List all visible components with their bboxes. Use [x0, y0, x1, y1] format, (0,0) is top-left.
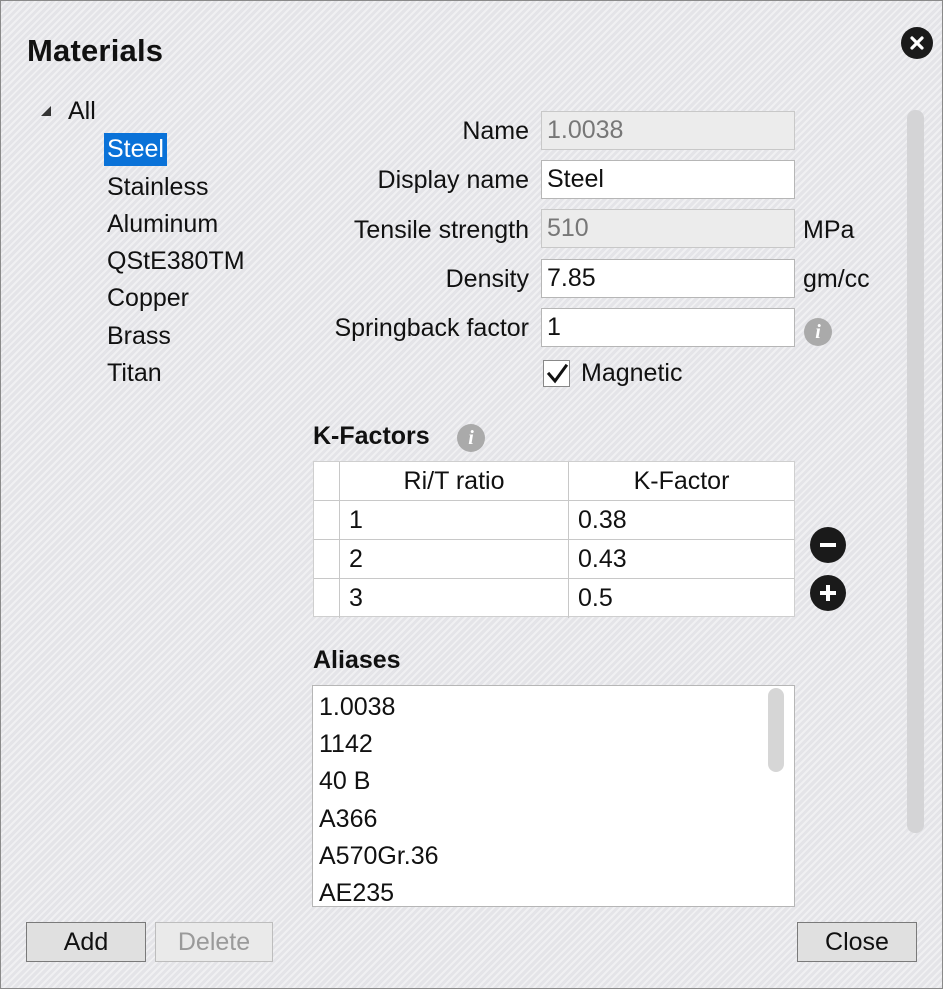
density-unit: gm/cc	[803, 265, 870, 293]
remove-row-minus-icon[interactable]	[810, 527, 846, 563]
main-scrollbar[interactable]	[907, 110, 924, 833]
checkmark-icon	[546, 363, 569, 384]
row-header-cell[interactable]	[314, 501, 340, 540]
row-header-cell[interactable]	[314, 540, 340, 579]
tree-item-copper[interactable]: Copper	[104, 282, 192, 315]
magnetic-label: Magnetic	[581, 359, 683, 387]
list-item[interactable]: 1142	[319, 730, 373, 759]
springback-factor-label: Springback factor	[334, 314, 529, 342]
tree-item-brass[interactable]: Brass	[104, 320, 174, 353]
tensile-strength-field[interactable]	[541, 209, 795, 248]
kfactor-cell[interactable]: 0.43	[569, 540, 794, 579]
list-item[interactable]: A570Gr.36	[319, 842, 439, 871]
springback-info-icon[interactable]: i	[804, 318, 832, 346]
kfactor-cell[interactable]: 0.38	[569, 501, 794, 540]
name-field[interactable]	[541, 111, 795, 150]
density-field[interactable]	[541, 259, 795, 298]
table-row[interactable]: 2 0.43	[314, 540, 794, 579]
dialog-title: Materials	[27, 33, 164, 68]
magnetic-checkbox[interactable]	[543, 360, 570, 387]
display-name-field[interactable]	[541, 160, 795, 199]
row-header-cell	[314, 462, 340, 501]
ratio-cell[interactable]: 1	[340, 501, 569, 540]
list-item[interactable]: 1.0038	[319, 693, 395, 722]
tree-root-all[interactable]: All	[68, 97, 96, 126]
kfactors-grid[interactable]: Ri/T ratio K-Factor 1 0.38 2 0.43 3 0.5	[313, 461, 795, 618]
tree-item-qste380tm[interactable]: QStE380TM	[104, 245, 248, 278]
ratio-cell[interactable]: 3	[340, 579, 569, 618]
add-button[interactable]: Add	[26, 922, 146, 962]
list-item[interactable]: A366	[319, 805, 377, 834]
delete-button[interactable]: Delete	[155, 922, 273, 962]
tree-item-steel[interactable]: Steel	[104, 133, 167, 166]
aliases-heading: Aliases	[313, 646, 401, 674]
grid-header-row: Ri/T ratio K-Factor	[314, 462, 794, 501]
tree-item-titan[interactable]: Titan	[104, 357, 165, 390]
density-label: Density	[445, 265, 529, 293]
display-name-label: Display name	[377, 166, 529, 194]
tensile-strength-label: Tensile strength	[353, 216, 529, 244]
springback-factor-field[interactable]	[541, 308, 795, 347]
column-header-kfactor[interactable]: K-Factor	[569, 462, 794, 501]
tree-item-stainless[interactable]: Stainless	[104, 171, 211, 204]
row-header-cell[interactable]	[314, 579, 340, 618]
kfactors-info-icon[interactable]: i	[457, 424, 485, 452]
name-label: Name	[462, 117, 529, 145]
aliases-list[interactable]: 1.0038 1142 40 B A366 A570Gr.36 AE235	[312, 685, 795, 907]
aliases-scrollbar[interactable]	[768, 688, 784, 772]
kfactors-heading: K-Factors	[313, 422, 430, 450]
tree-item-aluminum[interactable]: Aluminum	[104, 208, 221, 241]
tensile-unit: MPa	[803, 216, 855, 244]
ratio-cell[interactable]: 2	[340, 540, 569, 579]
add-row-plus-icon[interactable]	[810, 575, 846, 611]
kfactor-cell[interactable]: 0.5	[569, 579, 794, 618]
expand-triangle-icon[interactable]	[40, 104, 54, 118]
table-row[interactable]: 1 0.38	[314, 501, 794, 540]
column-header-ratio[interactable]: Ri/T ratio	[340, 462, 569, 501]
list-item[interactable]: AE235	[319, 879, 394, 906]
list-item[interactable]: 40 B	[319, 767, 370, 796]
close-button[interactable]: Close	[797, 922, 917, 962]
table-row[interactable]: 3 0.5	[314, 579, 794, 618]
close-icon[interactable]	[901, 27, 933, 59]
